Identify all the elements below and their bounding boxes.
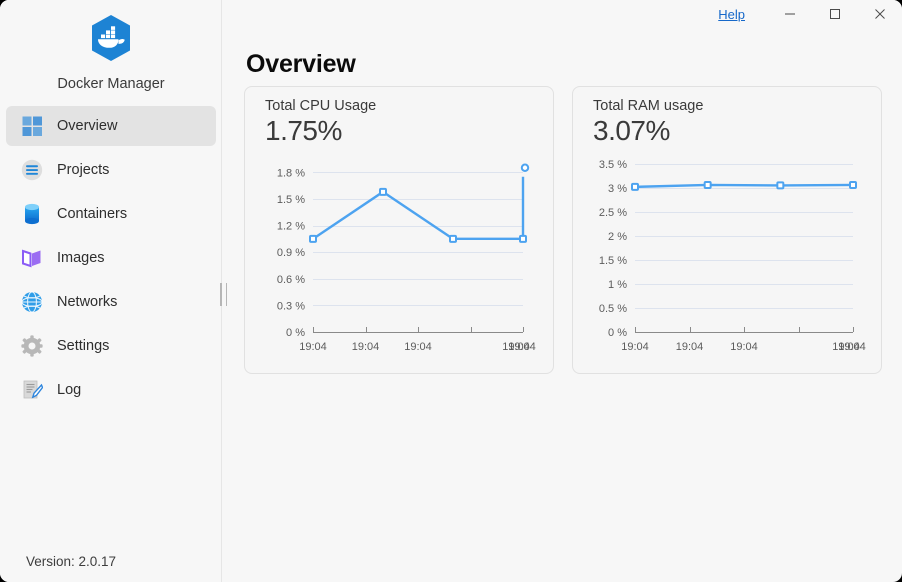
svg-text:1 %: 1 % (608, 279, 627, 291)
sidebar-item-projects[interactable]: Projects (6, 150, 216, 190)
version-label: Version: 2.0.17 (26, 554, 116, 569)
sidebar-item-label: Overview (57, 118, 117, 134)
cpu-usage-card: Total CPU Usage 1.75% 1.8 %1.5 %0.3 %1.2… (244, 86, 554, 374)
svg-text:19:04: 19:04 (676, 341, 704, 353)
grid-icon (20, 114, 44, 138)
layers-icon (20, 246, 44, 270)
svg-text:0 %: 0 % (608, 327, 627, 339)
maximize-button[interactable] (812, 0, 857, 28)
svg-text:0.9 %: 0.9 % (277, 247, 305, 259)
sidebar-item-label: Log (57, 382, 81, 398)
svg-text:1.5 %: 1.5 % (277, 194, 305, 206)
sidebar-item-overview[interactable]: Overview (6, 106, 216, 146)
sidebar-item-images[interactable]: Images (6, 238, 216, 278)
maximize-icon (829, 8, 841, 20)
svg-text:3.5 %: 3.5 % (599, 159, 627, 171)
ram-chart: 3.5 % 3 % 2.5 % 2 % 1.5 % 1 % 0.5 % 0 % 19:04 19:… (573, 87, 883, 375)
main-content: Overview Total CPU Usage 1.75% 1.8 %1.5 … (222, 28, 902, 582)
sidebar-item-networks[interactable]: Networks (6, 282, 216, 322)
cpu-chart: 1.8 % 1.5 % 0.3 % 1.2 % 0.9 % 0.6 % 0 % 19:04 19… (245, 87, 555, 375)
close-icon (874, 8, 886, 20)
svg-text:1.5 %: 1.5 % (599, 255, 627, 267)
svg-text:2 %: 2 % (608, 231, 627, 243)
svg-text:0.6 %: 0.6 % (277, 274, 305, 286)
sidebar-item-label: Projects (57, 162, 109, 178)
svg-text:3 %: 3 % (608, 183, 627, 195)
svg-text:19:04: 19:04 (508, 341, 536, 353)
app-window: Help (0, 0, 902, 582)
page-title: Overview (246, 50, 356, 79)
docker-whale-logo (85, 12, 137, 64)
gear-icon (20, 334, 44, 358)
help-link[interactable]: Help (718, 8, 745, 21)
svg-text:2.5 %: 2.5 % (599, 207, 627, 219)
svg-text:19:04: 19:04 (404, 341, 432, 353)
svg-text:1.8 %: 1.8 % (277, 167, 305, 179)
list-icon (20, 158, 44, 182)
globe-icon (20, 290, 44, 314)
sidebar-item-label: Networks (57, 294, 117, 310)
minimize-icon (784, 8, 796, 20)
svg-text:19:04: 19:04 (352, 341, 380, 353)
sidebar-item-settings[interactable]: Settings (6, 326, 216, 366)
svg-text:19:04: 19:04 (730, 341, 758, 353)
svg-text:0 %: 0 % (286, 327, 305, 339)
cylinder-icon (20, 202, 44, 226)
ram-usage-card: Total RAM usage 3.07% 3.5 %3 %2.5 %2 %1.… (572, 86, 882, 374)
sidebar-item-label: Images (57, 250, 105, 266)
svg-text:19:04: 19:04 (621, 341, 649, 353)
sidebar: Docker Manager Overview (0, 0, 222, 582)
svg-text:19:04: 19:04 (299, 341, 327, 353)
app-brand: Docker Manager (0, 12, 222, 92)
svg-text:1.2 %: 1.2 % (277, 221, 305, 233)
close-button[interactable] (857, 0, 902, 28)
minimize-button[interactable] (767, 0, 812, 28)
sidebar-item-label: Containers (57, 206, 127, 222)
document-pencil-icon (20, 378, 44, 402)
sidebar-item-log[interactable]: Log (6, 370, 216, 410)
svg-text:0.5 %: 0.5 % (599, 303, 627, 315)
svg-text:0.3 %: 0.3 % (277, 300, 305, 312)
sidebar-item-label: Settings (57, 338, 109, 354)
sidebar-nav: Overview Projects (6, 106, 216, 414)
svg-text:19:04: 19:04 (838, 341, 866, 353)
app-name: Docker Manager (57, 76, 164, 92)
sidebar-item-containers[interactable]: Containers (6, 194, 216, 234)
